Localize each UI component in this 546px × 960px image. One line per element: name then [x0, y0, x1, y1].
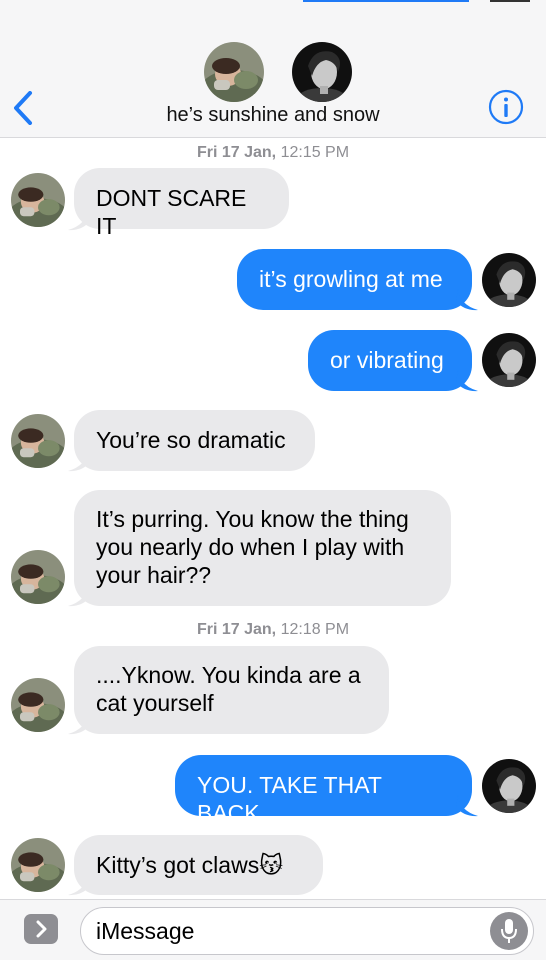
- own-avatar[interactable]: [482, 759, 536, 813]
- microphone-icon: [501, 919, 517, 943]
- timestamp-time: 12:15 PM: [280, 144, 350, 161]
- status-bar-fragment-right: [490, 0, 530, 2]
- message-bubble-incoming[interactable]: Kitty’s got claws😽: [74, 835, 323, 895]
- contact-avatar-2[interactable]: [292, 42, 352, 102]
- kissing-cat-emoji: 😽: [259, 853, 284, 879]
- status-bar-fragment: [303, 0, 469, 2]
- dictation-button[interactable]: [490, 912, 528, 950]
- own-avatar[interactable]: [482, 253, 536, 307]
- own-avatar[interactable]: [482, 333, 536, 387]
- message-text: DONT SCARE IT: [96, 185, 247, 239]
- message-list[interactable]: Fri 17 Jan, 12:15 PM DONT SCARE IT it’s …: [0, 139, 546, 899]
- sender-avatar[interactable]: [11, 550, 65, 604]
- message-text: YOU. TAKE THAT BACK.: [197, 772, 382, 826]
- sender-avatar[interactable]: [11, 414, 65, 468]
- message-text-line: your hair??: [96, 562, 212, 588]
- bubble-tail: [456, 370, 478, 392]
- message-bubble-outgoing[interactable]: YOU. TAKE THAT BACK.: [175, 755, 472, 826]
- message-field[interactable]: [80, 907, 534, 955]
- message-text: Kitty’s got claws: [96, 852, 260, 878]
- message-bubble-incoming[interactable]: You’re so dramatic: [74, 410, 315, 471]
- message-text-line: cat yourself: [96, 690, 214, 716]
- message-bubble-outgoing[interactable]: it’s growling at me: [237, 249, 472, 310]
- timestamp: Fri 17 Jan, 12:18 PM: [0, 621, 546, 639]
- sender-avatar[interactable]: [11, 838, 65, 892]
- sender-avatar[interactable]: [11, 173, 65, 227]
- compose-bar: [0, 899, 546, 960]
- info-button[interactable]: [488, 89, 524, 125]
- timestamp-day: Fri 17 Jan,: [196, 621, 277, 638]
- message-input[interactable]: [96, 916, 476, 946]
- message-text-line: It’s purring. You know the thing: [96, 506, 409, 532]
- chevron-right-icon: [36, 920, 47, 938]
- message-bubble-incoming[interactable]: DONT SCARE IT: [74, 168, 289, 239]
- app-drawer-button[interactable]: [24, 914, 58, 944]
- timestamp-time: 12:18 PM: [280, 621, 350, 638]
- contact-avatar[interactable]: [204, 42, 264, 102]
- message-text: it’s growling at me: [259, 266, 443, 292]
- bubble-tail: [456, 289, 478, 311]
- bubble-tail: [456, 795, 478, 817]
- conversation-title[interactable]: he’s sunshine and snow: [0, 104, 546, 127]
- message-text-line: you nearly do when I play with: [96, 534, 405, 560]
- info-icon: [488, 89, 524, 125]
- timestamp: Fri 17 Jan, 12:15 PM: [0, 144, 546, 162]
- message-text-line: ....Yknow. You kinda are a: [96, 662, 361, 688]
- message-text: or vibrating: [330, 347, 444, 373]
- sender-avatar[interactable]: [11, 678, 65, 732]
- conversation-header: he’s sunshine and snow: [0, 0, 546, 138]
- message-bubble-incoming[interactable]: ....Yknow. You kinda are a cat yourself: [74, 646, 389, 734]
- message-bubble-incoming[interactable]: It’s purring. You know the thing you nea…: [74, 490, 451, 606]
- message-bubble-outgoing[interactable]: or vibrating: [308, 330, 472, 391]
- timestamp-day: Fri 17 Jan,: [196, 144, 277, 161]
- message-text: You’re so dramatic: [96, 427, 286, 453]
